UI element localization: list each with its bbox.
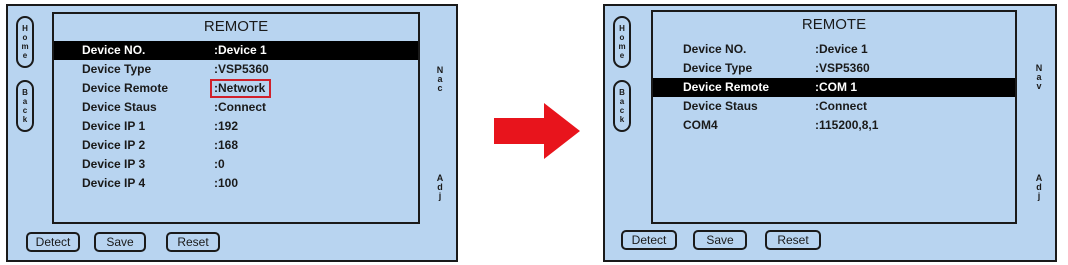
detect-button[interactable]: Detect	[26, 232, 80, 252]
menu-row-device-remote[interactable]: Device Remote :COM 1	[653, 78, 1015, 97]
row-value: :Device 1	[214, 43, 267, 57]
reset-button[interactable]: Reset	[166, 232, 220, 252]
save-button[interactable]: Save	[693, 230, 747, 250]
back-button[interactable]: B a c k	[613, 80, 631, 132]
menu-row-device-type[interactable]: Device Type :VSP5360	[653, 59, 1015, 78]
row-value: :Connect	[214, 100, 266, 114]
row-value: :115200,8,1	[815, 118, 879, 132]
row-label: Device Staus	[683, 99, 758, 113]
row-label: Device Type	[683, 61, 753, 75]
menu-row-device-type[interactable]: Device Type :VSP5360	[54, 60, 418, 79]
row-value: :0	[214, 157, 225, 171]
menu-row-device-no[interactable]: Device NO. :Device 1	[54, 41, 418, 60]
menu-row-device-no[interactable]: Device NO. :Device 1	[653, 40, 1015, 59]
menu-row-device-status[interactable]: Device Staus :Connect	[653, 97, 1015, 116]
save-button[interactable]: Save	[94, 232, 146, 252]
menu-row-device-ip-4[interactable]: Device IP 4 :100	[54, 174, 418, 193]
reset-button[interactable]: Reset	[765, 230, 821, 250]
right-arrow-icon	[494, 103, 580, 159]
menu-row-device-status[interactable]: Device Staus :Connect	[54, 98, 418, 117]
detect-button[interactable]: Detect	[621, 230, 677, 250]
menu-row-device-ip-2[interactable]: Device IP 2 :168	[54, 136, 418, 155]
row-label: Device NO.	[82, 43, 146, 57]
remote-menu-panel: REMOTE Device NO. :Device 1 Device Type …	[651, 10, 1017, 224]
back-button[interactable]: B a c k	[16, 80, 34, 132]
adj-softkey[interactable]: A d j	[435, 174, 445, 201]
menu-row-device-remote[interactable]: Device Remote :Network	[54, 79, 418, 98]
menu-row-device-ip-3[interactable]: Device IP 3 :0	[54, 155, 418, 174]
menu-row-com4[interactable]: COM4 :115200,8,1	[653, 116, 1015, 135]
row-value-highlighted: :Network	[210, 79, 272, 98]
home-button[interactable]: H o m e	[613, 16, 631, 68]
row-value: :100	[214, 176, 239, 190]
row-label: Device IP 1	[82, 119, 146, 133]
row-label: COM4	[683, 118, 718, 132]
row-label: Device Staus	[82, 100, 157, 114]
row-value: :Device 1	[815, 42, 868, 56]
row-label: Device Remote	[82, 81, 169, 95]
row-value: :VSP5360	[815, 61, 870, 75]
row-value: :168	[214, 138, 239, 152]
adj-softkey[interactable]: A d j	[1034, 174, 1044, 201]
remote-screen-before: H o m e B a c k REMOTE Device NO. :Devic…	[6, 4, 458, 262]
home-button[interactable]: H o m e	[16, 16, 34, 68]
row-label: Device IP 2	[82, 138, 146, 152]
row-label: Device Type	[82, 62, 152, 76]
row-value: :VSP5360	[214, 62, 269, 76]
row-value: :COM 1	[815, 80, 857, 94]
menu-row-device-ip-1[interactable]: Device IP 1 :192	[54, 117, 418, 136]
remote-screen-after: H o m e B a c k REMOTE Device NO. :Devic…	[603, 4, 1057, 262]
row-label: Device IP 4	[82, 176, 146, 190]
page-title: REMOTE	[801, 16, 867, 33]
remote-menu-panel: REMOTE Device NO. :Device 1 Device Type …	[52, 12, 420, 224]
row-value: :Connect	[815, 99, 867, 113]
row-label: Device NO.	[683, 42, 747, 56]
row-label: Device Remote	[683, 80, 770, 94]
row-label: Device IP 3	[82, 157, 146, 171]
nav-softkey[interactable]: N a v	[1034, 64, 1044, 91]
nav-softkey[interactable]: N a c	[435, 66, 445, 93]
page-title: REMOTE	[203, 18, 269, 35]
row-value: :192	[214, 119, 239, 133]
